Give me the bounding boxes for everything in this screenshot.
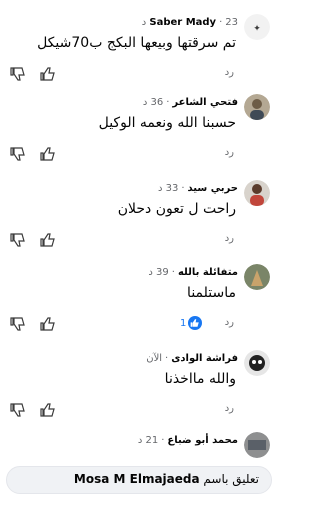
- reply-button[interactable]: رد: [225, 317, 234, 328]
- comment-time[interactable]: 21 د: [138, 435, 158, 446]
- thumbs-down-icon[interactable]: [10, 316, 26, 332]
- comment-as-prefix: تعليق باسم: [203, 472, 259, 486]
- comment-text: ماستلمنا: [187, 285, 236, 301]
- thumbs-up-icon[interactable]: [40, 316, 56, 332]
- reply-button[interactable]: رد: [225, 67, 234, 78]
- comment-input[interactable]: تعليق باسم Mosa M Elmajaeda: [6, 466, 272, 494]
- comment-time[interactable]: الآن: [146, 353, 162, 364]
- avatar[interactable]: [244, 432, 270, 458]
- thumbs-up-icon[interactable]: [40, 146, 56, 162]
- comment-meta: Saber Mady ·23 د: [141, 17, 238, 28]
- comment-actions: 1 رد: [0, 312, 278, 336]
- comment-meta: محمد أبو ضباع·21 د: [137, 435, 238, 446]
- avatar[interactable]: [244, 94, 270, 120]
- comment-author[interactable]: حربي سيد: [188, 183, 238, 194]
- thumbs-down-icon[interactable]: [10, 146, 26, 162]
- comment-actions: رد: [0, 142, 278, 166]
- avatar[interactable]: [244, 350, 270, 376]
- comment-meta: فتحي الشاعر·36 د: [142, 97, 238, 108]
- like-reaction-icon: [188, 316, 203, 330]
- thumbs-up-icon[interactable]: [40, 402, 56, 418]
- comment-actions: رد: [0, 398, 278, 422]
- comment-actions: رد: [0, 62, 278, 86]
- comment-author[interactable]: فراشة الوادى: [171, 353, 238, 364]
- reaction-count-number: 1: [180, 317, 187, 329]
- reply-button[interactable]: رد: [225, 233, 234, 244]
- avatar[interactable]: ✦: [244, 14, 270, 40]
- comment-as-label: تعليق باسم Mosa M Elmajaeda: [74, 472, 259, 486]
- comment: فراشة الوادى·الآن والله مااخذنا رد: [0, 350, 278, 430]
- thumbs-up-icon[interactable]: [40, 232, 56, 248]
- comment-composer: تعليق باسم Mosa M Elmajaeda: [0, 460, 278, 500]
- current-user-name: Mosa M Elmajaeda: [73, 472, 200, 486]
- avatar[interactable]: [244, 180, 270, 206]
- comment-meta: فراشة الوادى·الآن: [146, 353, 238, 364]
- comment-time[interactable]: 33 د: [158, 183, 178, 194]
- comment-meta: حربي سيد·33 د: [157, 183, 238, 194]
- comment-text: والله مااخذنا: [164, 371, 236, 387]
- svg-text:✦: ✦: [253, 24, 261, 34]
- thumbs-down-icon[interactable]: [10, 66, 26, 82]
- comment-author[interactable]: محمد أبو ضباع: [167, 435, 238, 446]
- comment-text: تم سرقتها وبيعها البكج ب70شيكل: [37, 35, 236, 51]
- reaction-count[interactable]: 1: [180, 315, 203, 331]
- comment-meta: متفائلة بالله·39 د: [148, 267, 238, 278]
- comment-author[interactable]: متفائلة بالله: [178, 267, 238, 278]
- comment-author[interactable]: فتحي الشاعر: [172, 97, 238, 108]
- comment-time[interactable]: 36 د: [143, 97, 163, 108]
- comment: ✦ Saber Mady ·23 د تم سرقتها وبيعها البكج…: [0, 14, 278, 94]
- comment: متفائلة بالله·39 د ماستلمنا 1 رد: [0, 264, 278, 344]
- thumbs-down-icon[interactable]: [10, 402, 26, 418]
- comment-text: حسبنا الله ونعمه الوكيل: [98, 115, 236, 131]
- comment-author[interactable]: Saber Mady: [149, 17, 216, 28]
- comment-text: راحت ل تعون دحلان: [117, 201, 236, 217]
- reply-button[interactable]: رد: [225, 147, 234, 158]
- comment: حربي سيد·33 د راحت ل تعون دحلان رد: [0, 180, 278, 260]
- comment: فتحي الشاعر·36 د حسبنا الله ونعمه الوكيل…: [0, 94, 278, 174]
- thumbs-down-icon[interactable]: [10, 232, 26, 248]
- reply-button[interactable]: رد: [225, 403, 234, 414]
- comment-time[interactable]: 39 د: [148, 267, 168, 278]
- avatar[interactable]: [244, 264, 270, 290]
- thumbs-up-icon[interactable]: [40, 66, 56, 82]
- comment-actions: رد: [0, 228, 278, 252]
